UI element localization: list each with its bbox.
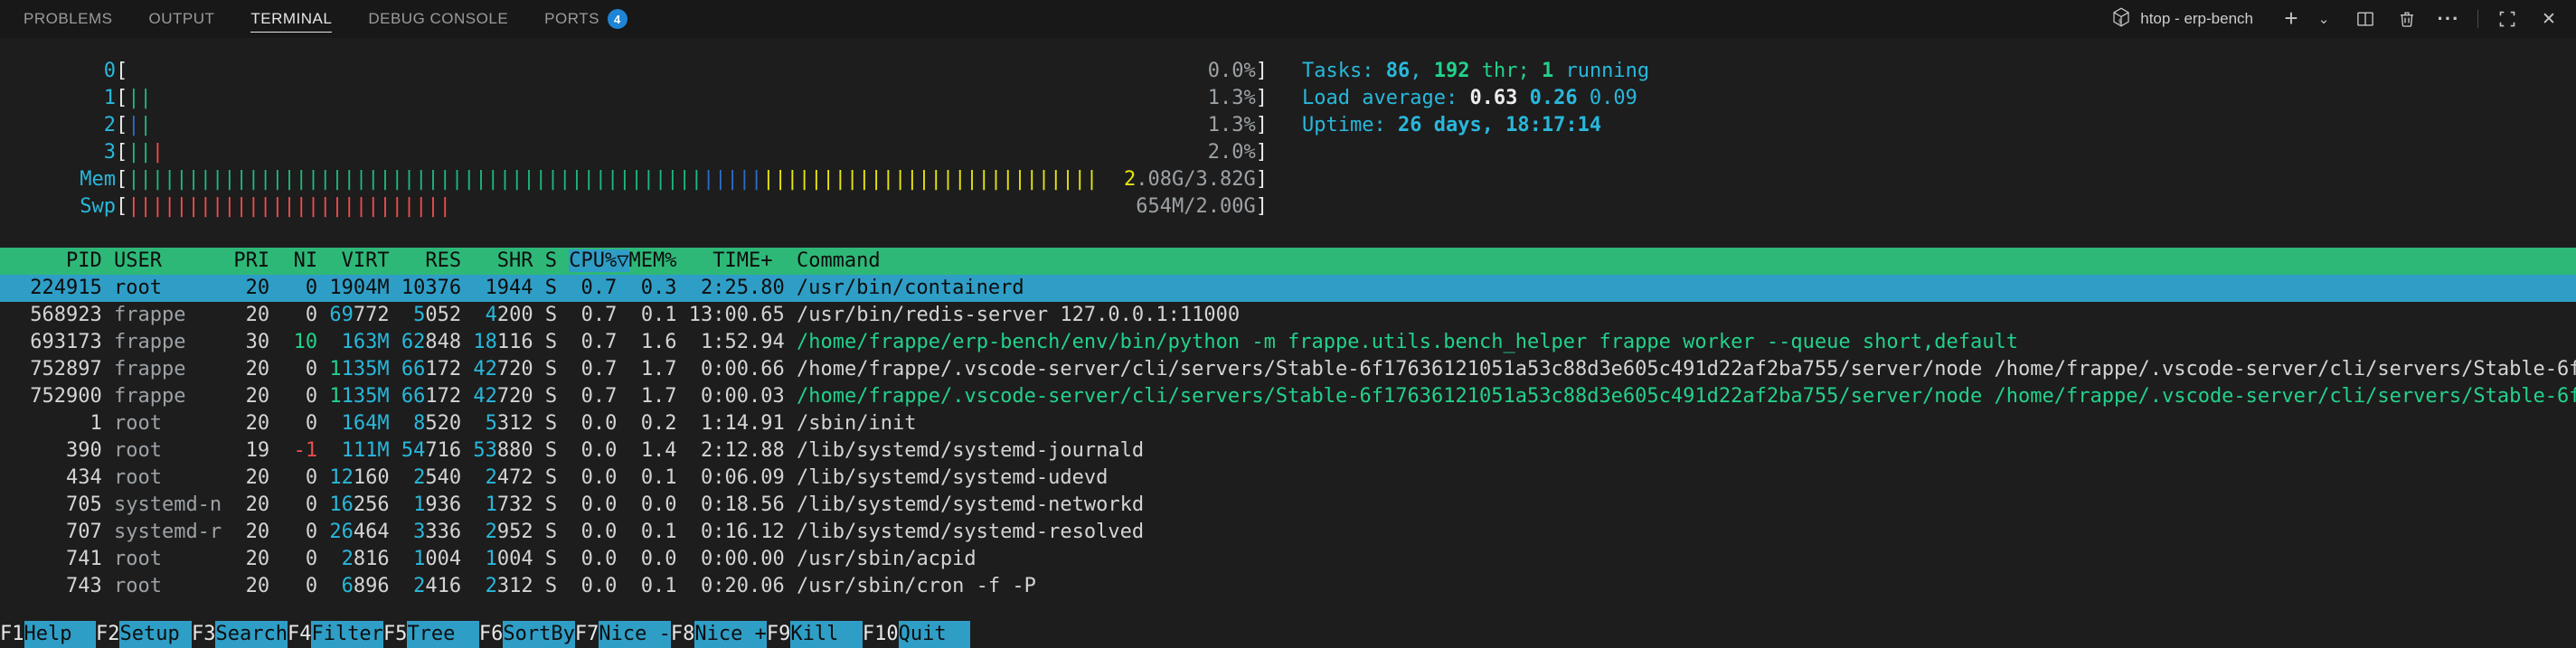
terminal-actions: $ htop - erp-bench + ⌄ ··· ✕ <box>2110 0 2562 38</box>
process-row[interactable]: 434 root 20 0 12160 2540 2472 S 0.0 0.1 … <box>0 465 2576 492</box>
fkey-f3[interactable]: F3 Search <box>192 621 288 648</box>
more-actions-button[interactable]: ··· <box>2436 6 2461 32</box>
meter-0: 0[0.0%] <box>103 60 1268 82</box>
process-row[interactable]: 224915 root 20 0 1904M 10376 1944 S 0.7 … <box>0 275 2576 302</box>
tab-terminal[interactable]: TERMINAL <box>250 0 333 38</box>
fkey-f7[interactable]: F7 Nice - <box>575 621 671 648</box>
process-row[interactable]: 752900 frappe 20 0 1135M 66172 42720 S 0… <box>0 383 2576 410</box>
panel-tabs: PROBLEMS OUTPUT TERMINAL DEBUG CONSOLE PORTS… <box>24 0 627 38</box>
tab-problems[interactable]: PROBLEMS <box>24 0 112 38</box>
fkey-f6[interactable]: F6 SortBy <box>479 621 575 648</box>
process-row[interactable]: 743 root 20 0 6896 2416 2312 S 0.0 0.1 0… <box>0 573 2576 600</box>
tab-debug-console[interactable]: DEBUG CONSOLE <box>368 0 508 38</box>
meter-2: 2[|| 1.3%] <box>103 114 1268 136</box>
process-table-header[interactable]: PID USER PRI NI VIRT RES SHR S CPU%▽MEM%… <box>0 248 2576 275</box>
process-row[interactable]: 1 root 20 0 164M 8520 5312 S 0.0 0.2 1:1… <box>0 410 2576 437</box>
htop-function-key-bar: F1 Help F2 Setup F3 Search F4 Filter F5 Tree F6… <box>0 621 971 648</box>
process-row[interactable]: 390 root 19 -1 111M 54716 53880 S 0.0 1.… <box>0 437 2576 465</box>
htop-summary: Tasks: 86, 192 thr; 1 running Load averag… <box>1302 60 1650 136</box>
terminal-title[interactable]: $ htop - erp-bench <box>2110 6 2253 33</box>
terminal-title-label: htop - erp-bench <box>2140 10 2253 27</box>
svg-text:$: $ <box>2118 18 2122 24</box>
htop-process-table: PID USER PRI NI VIRT RES SHR S CPU%▽MEM%… <box>0 248 2576 600</box>
kill-terminal-button[interactable] <box>2394 6 2420 32</box>
tab-ports[interactable]: PORTS 4 <box>544 0 627 38</box>
new-terminal-button[interactable]: + <box>2279 5 2304 31</box>
panel-tabbar: PROBLEMS OUTPUT TERMINAL DEBUG CONSOLE PORTS… <box>0 0 2576 38</box>
terminal-viewport[interactable]: Tasks: 86, 192 thr; 1 running Load averag… <box>0 38 2576 648</box>
ports-count-badge: 4 <box>607 9 627 29</box>
fkey-f10[interactable]: F10 Quit <box>863 621 971 648</box>
process-row[interactable]: 741 root 20 0 2816 1004 1004 S 0.0 0.0 0… <box>0 546 2576 573</box>
meter-swp: Swp[||||||||||||||||||||||||||| 654M/2.00… <box>80 195 1268 218</box>
meter-1: 1[|| 1.3%] <box>103 87 1268 109</box>
fkey-f1[interactable]: F1 Help <box>0 621 96 648</box>
meter-3: 3[||| 2.0%] <box>103 141 1268 164</box>
htop-meters: Tasks: 86, 192 thr; 1 running Load averag… <box>18 58 2576 221</box>
maximize-panel-button[interactable] <box>2495 6 2520 32</box>
close-panel-button[interactable]: ✕ <box>2536 6 2562 32</box>
split-terminal-button[interactable] <box>2353 6 2378 32</box>
fkey-f9[interactable]: F9 Kill <box>767 621 863 648</box>
process-row[interactable]: 707 systemd-r 20 0 26464 3336 2952 S 0.0… <box>0 519 2576 546</box>
process-row[interactable]: 568923 frappe 20 0 69772 5052 4200 S 0.7… <box>0 302 2576 329</box>
fkey-f2[interactable]: F2 Setup <box>96 621 192 648</box>
divider <box>2477 10 2478 28</box>
terminal-shell-icon: $ <box>2110 6 2132 33</box>
tab-output[interactable]: OUTPUT <box>148 0 214 38</box>
fkey-f8[interactable]: F8 Nice + <box>671 621 767 648</box>
process-row[interactable]: 752897 frappe 20 0 1135M 66172 42720 S 0… <box>0 356 2576 383</box>
meter-mem: Mem[||||||||||||||||||||||||||||||||||||… <box>80 168 1268 191</box>
process-row[interactable]: 693173 frappe 30 10 163M 62848 18116 S 0… <box>0 329 2576 356</box>
chevron-down-icon[interactable]: ⌄ <box>2311 6 2336 32</box>
fkey-f5[interactable]: F5 Tree <box>383 621 479 648</box>
fkey-f4[interactable]: F4 Filter <box>288 621 383 648</box>
process-row[interactable]: 705 systemd-n 20 0 16256 1936 1732 S 0.0… <box>0 492 2576 519</box>
